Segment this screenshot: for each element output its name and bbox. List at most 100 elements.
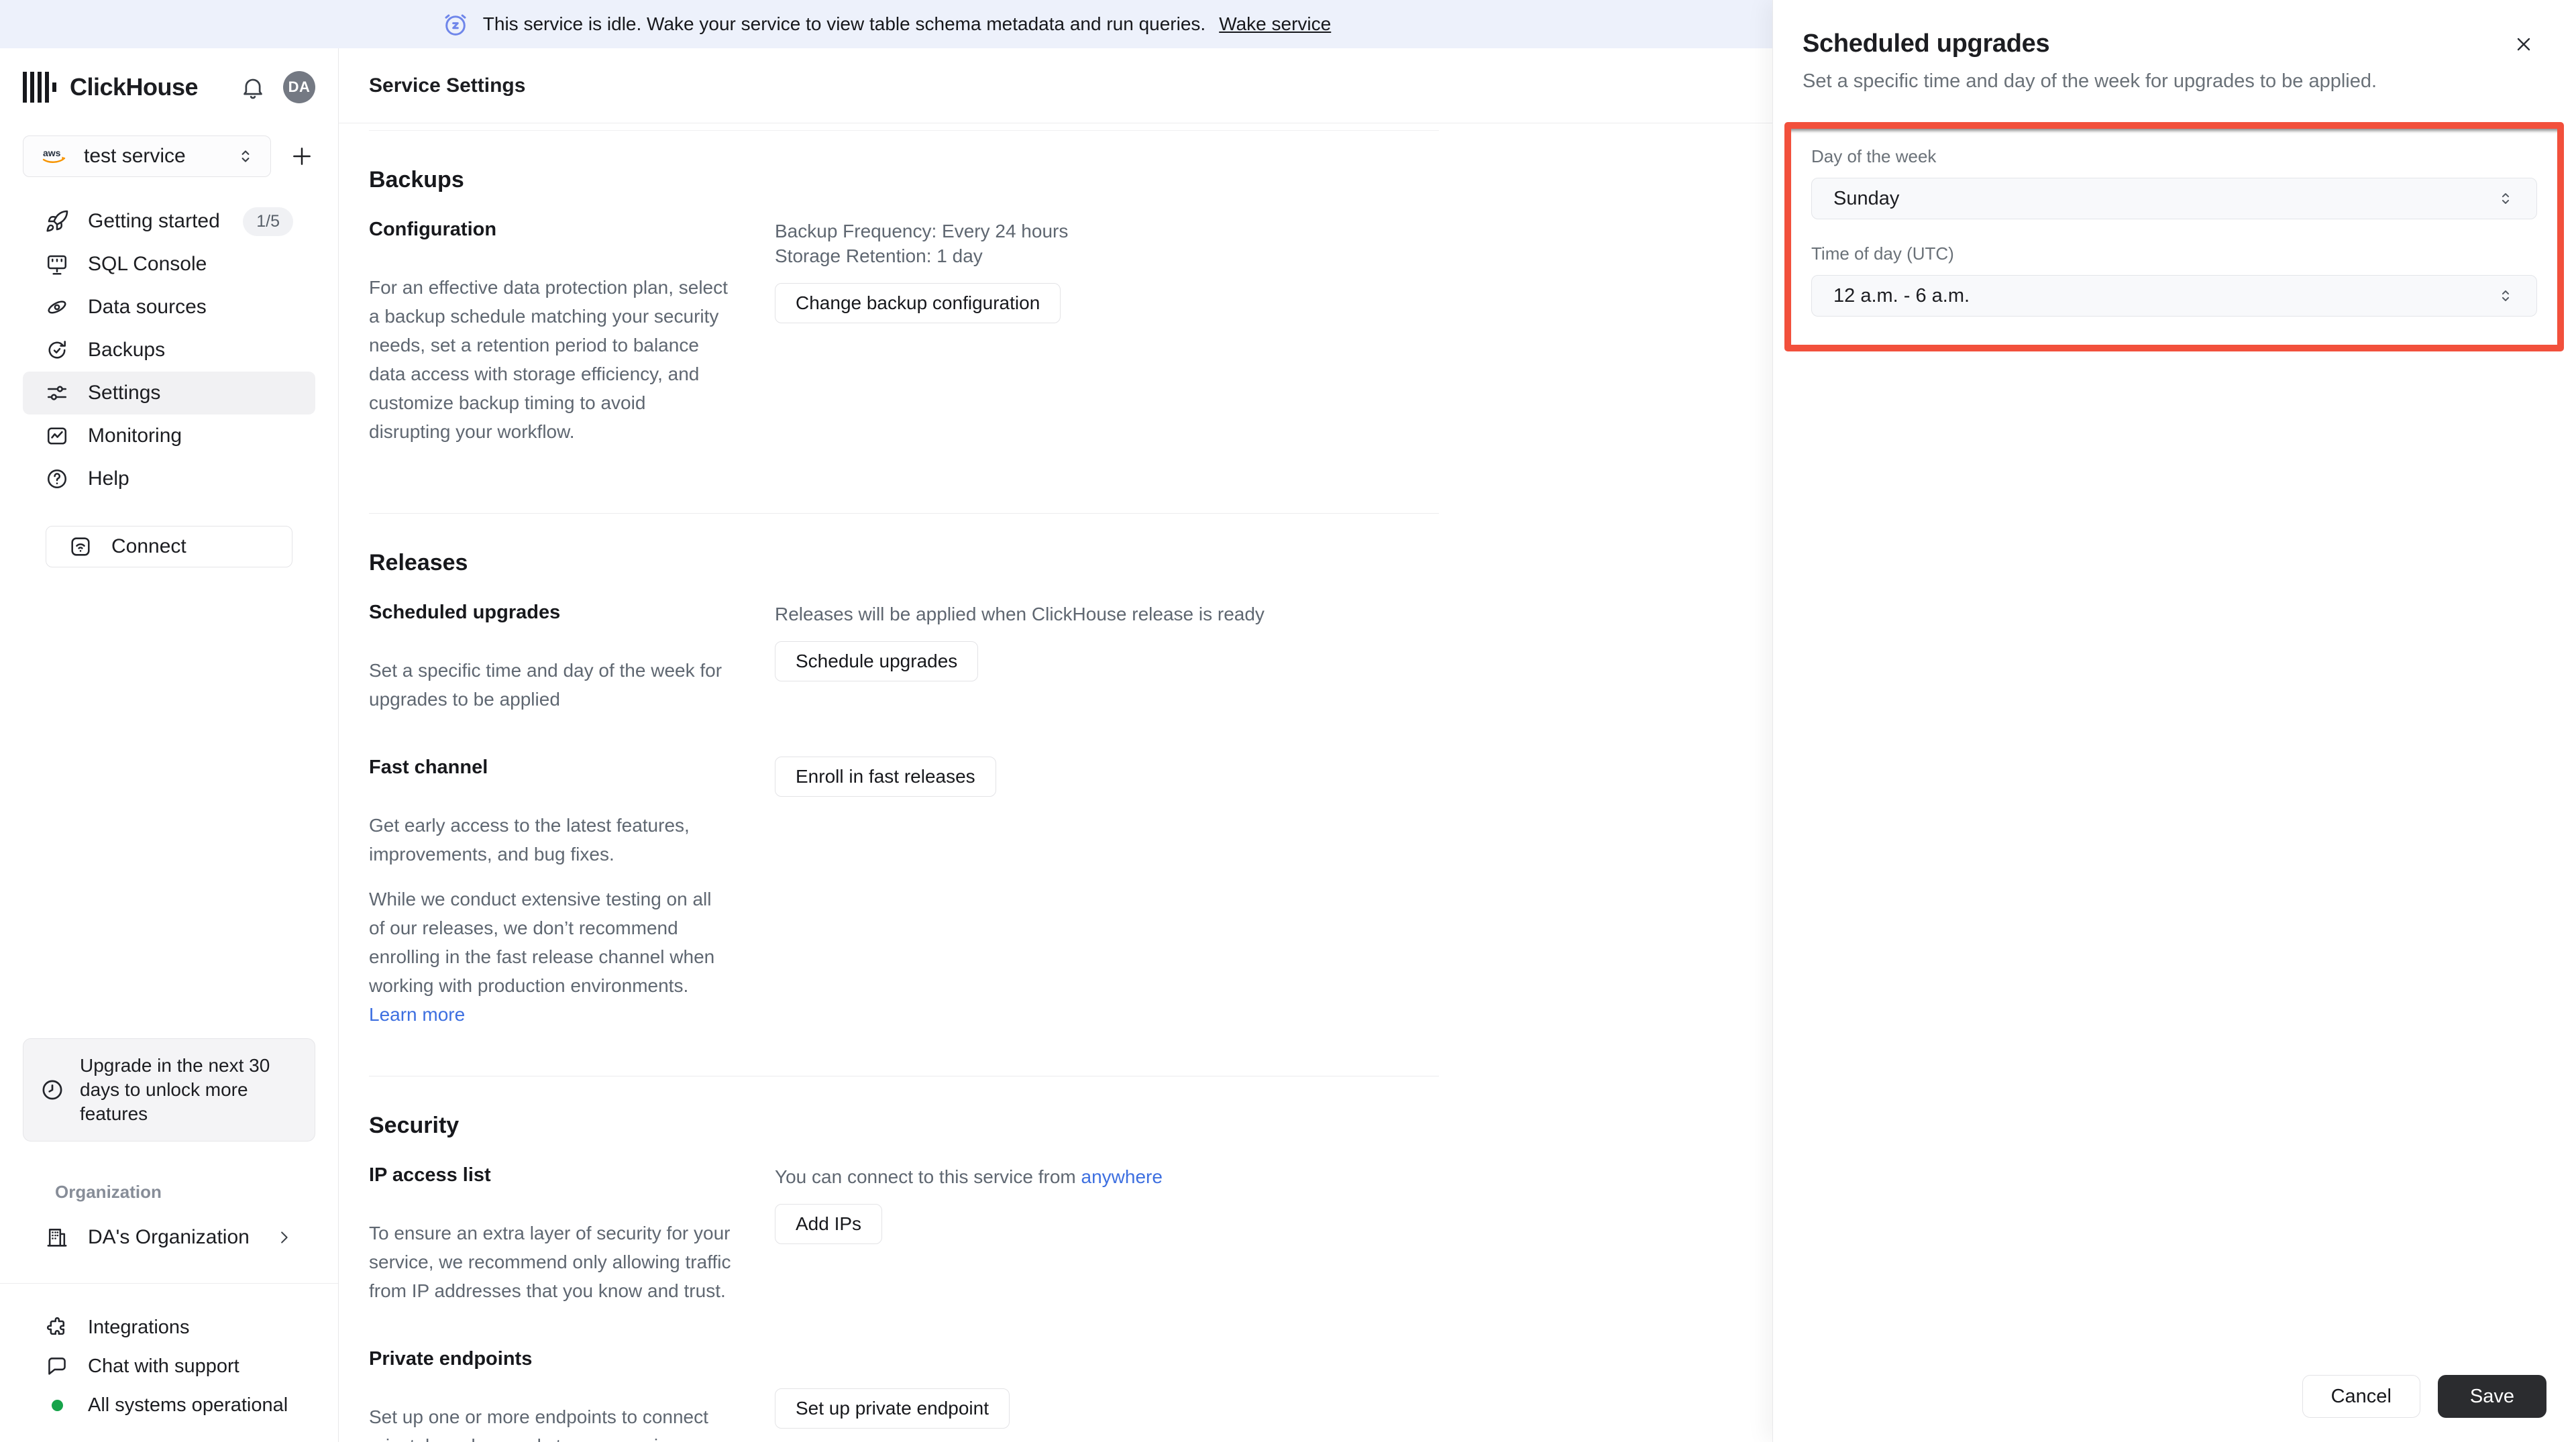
- private-endpoints-description: Set up one or more endpoints to connect …: [369, 1406, 708, 1442]
- upgrade-notice-text: Upgrade in the next 30 days to unlock mo…: [80, 1055, 270, 1124]
- fast-channel-heading: Fast channel: [369, 757, 488, 778]
- chevron-right-icon: [281, 1231, 288, 1243]
- scheduled-upgrades-heading: Scheduled upgrades: [369, 602, 561, 623]
- puzzle-icon: [46, 1317, 65, 1335]
- sidebar-footer: Integrations Chat with support All syste…: [0, 1283, 338, 1442]
- close-icon: [2517, 38, 2530, 51]
- brand-title: ClickHouse: [70, 73, 199, 101]
- releases-note: Releases will be applied when ClickHouse…: [775, 604, 1265, 624]
- day-of-week-value: Sunday: [1833, 187, 1900, 209]
- idle-service-banner: This service is idle. Wake your service …: [0, 0, 1772, 48]
- system-status-item[interactable]: All systems operational: [23, 1386, 315, 1425]
- backups-icon: [48, 341, 66, 359]
- sidebar-item-sql-console[interactable]: SQL Console: [23, 243, 315, 286]
- chevron-updown-icon: [2502, 290, 2510, 301]
- chevron-updown-icon: [241, 150, 250, 162]
- time-of-day-label: Time of day (UTC): [1811, 243, 1954, 264]
- chat-support-item[interactable]: Chat with support: [23, 1347, 315, 1386]
- sidebar-item-settings[interactable]: Settings: [23, 372, 315, 414]
- footer-item-label: Integrations: [88, 1316, 190, 1338]
- service-selector[interactable]: aws test service: [23, 135, 271, 177]
- sidebar-item-label: Help: [88, 467, 129, 490]
- panel-subtitle: Set a specific time and day of the week …: [1803, 70, 2377, 92]
- backups-description: For an effective data protection plan, s…: [369, 277, 728, 442]
- sidebar-item-label: SQL Console: [88, 253, 207, 275]
- status-dot-green-icon: [51, 1399, 63, 1411]
- storage-retention-text: Storage Retention: 1 day: [775, 245, 983, 266]
- anywhere-link[interactable]: anywhere: [1081, 1166, 1163, 1187]
- sidebar-nav: Getting started 1/5 SQL Console Data sou…: [23, 200, 315, 500]
- learn-more-link[interactable]: Learn more: [369, 1004, 465, 1025]
- sidebar-item-label: Backups: [88, 339, 166, 361]
- save-button[interactable]: Save: [2437, 1375, 2546, 1418]
- panel-title: Scheduled upgrades: [1803, 30, 2050, 58]
- divider: [369, 130, 1439, 131]
- banner-message: This service is idle. Wake your service …: [482, 13, 1206, 34]
- organization-name: DA's Organization: [88, 1226, 250, 1248]
- add-ips-button[interactable]: Add IPs: [775, 1204, 883, 1244]
- monitoring-icon: [47, 427, 67, 445]
- sidebar-item-help[interactable]: Help: [23, 457, 315, 500]
- releases-heading: Releases: [369, 550, 468, 575]
- setup-private-endpoint-button[interactable]: Set up private endpoint: [775, 1388, 1010, 1429]
- connect-button[interactable]: Connect: [46, 526, 292, 567]
- footer-item-label: All systems operational: [88, 1394, 288, 1416]
- organization-row[interactable]: DA's Organization: [23, 1219, 315, 1256]
- scheduled-upgrades-panel: Scheduled upgrades Set a specific time a…: [1772, 0, 2576, 1442]
- organization-icon: [47, 1229, 67, 1247]
- clickhouse-logo-icon: [23, 72, 56, 103]
- sql-console-icon: [47, 255, 67, 275]
- ip-access-list-heading: IP access list: [369, 1164, 491, 1186]
- clock-icon: [42, 1080, 62, 1100]
- sidebar-item-label: Data sources: [88, 296, 207, 318]
- service-name: test service: [84, 145, 186, 167]
- data-sources-icon: [48, 300, 66, 314]
- aws-icon: aws: [42, 148, 66, 163]
- sidebar-item-label: Monitoring: [88, 425, 182, 447]
- change-backup-configuration-button[interactable]: Change backup configuration: [775, 283, 1061, 323]
- alarm-snooze-icon: [445, 14, 466, 36]
- add-service-button[interactable]: [288, 143, 315, 170]
- connect-label: Connect: [111, 535, 186, 557]
- backups-heading: Backups: [369, 167, 464, 192]
- sidebar: ClickHouse DA aws test service Getting s…: [0, 48, 339, 1442]
- fast-channel-description-1: Get early access to the latest features,…: [369, 815, 690, 865]
- close-panel-button[interactable]: [2509, 30, 2538, 59]
- schedule-upgrades-button[interactable]: Schedule upgrades: [775, 641, 979, 681]
- time-of-day-value: 12 a.m. - 6 a.m.: [1833, 284, 1970, 307]
- sidebar-item-monitoring[interactable]: Monitoring: [23, 414, 315, 457]
- sidebar-item-backups[interactable]: Backups: [23, 329, 315, 372]
- main-content: Service Settings Backups Configuration F…: [339, 48, 1772, 1442]
- day-of-week-select[interactable]: Sunday: [1811, 178, 2537, 219]
- sidebar-item-label: Settings: [88, 382, 161, 404]
- time-of-day-select[interactable]: 12 a.m. - 6 a.m.: [1811, 275, 2537, 317]
- sidebar-item-label: Getting started: [88, 210, 220, 232]
- ip-access-list-description: To ensure an extra layer of security for…: [369, 1223, 731, 1301]
- page-title: Service Settings: [369, 74, 526, 97]
- backup-frequency-text: Backup Frequency: Every 24 hours: [775, 221, 1069, 241]
- divider: [369, 513, 1439, 514]
- annotation-highlight-box: Day of the week Sunday Time of day (UTC)…: [1784, 122, 2564, 351]
- sidebar-item-getting-started[interactable]: Getting started 1/5: [23, 200, 315, 243]
- cancel-button[interactable]: Cancel: [2302, 1375, 2420, 1418]
- bell-icon[interactable]: [240, 74, 266, 100]
- connect-icon: [71, 537, 90, 556]
- fast-channel-description-2: While we conduct extensive testing on al…: [369, 889, 715, 1025]
- day-of-week-label: Day of the week: [1811, 146, 1937, 166]
- security-heading: Security: [369, 1113, 460, 1138]
- integrations-item[interactable]: Integrations: [23, 1308, 315, 1347]
- organization-section-label: Organization: [55, 1182, 162, 1202]
- progress-badge: 1/5: [243, 207, 293, 236]
- private-endpoints-heading: Private endpoints: [369, 1348, 533, 1370]
- sidebar-item-data-sources[interactable]: Data sources: [23, 286, 315, 329]
- wake-service-link[interactable]: Wake service: [1219, 13, 1331, 35]
- enroll-fast-releases-button[interactable]: Enroll in fast releases: [775, 757, 996, 797]
- ip-access-note: You can connect to this service from any…: [775, 1166, 1163, 1187]
- chevron-updown-icon: [2502, 193, 2510, 204]
- upgrade-notice-card[interactable]: Upgrade in the next 30 days to unlock mo…: [23, 1038, 315, 1142]
- scheduled-upgrades-description: Set a specific time and day of the week …: [369, 660, 722, 710]
- svg-text:aws: aws: [43, 148, 61, 158]
- avatar[interactable]: DA: [283, 71, 315, 103]
- chat-icon: [48, 1357, 66, 1375]
- settings-icon: [47, 386, 67, 400]
